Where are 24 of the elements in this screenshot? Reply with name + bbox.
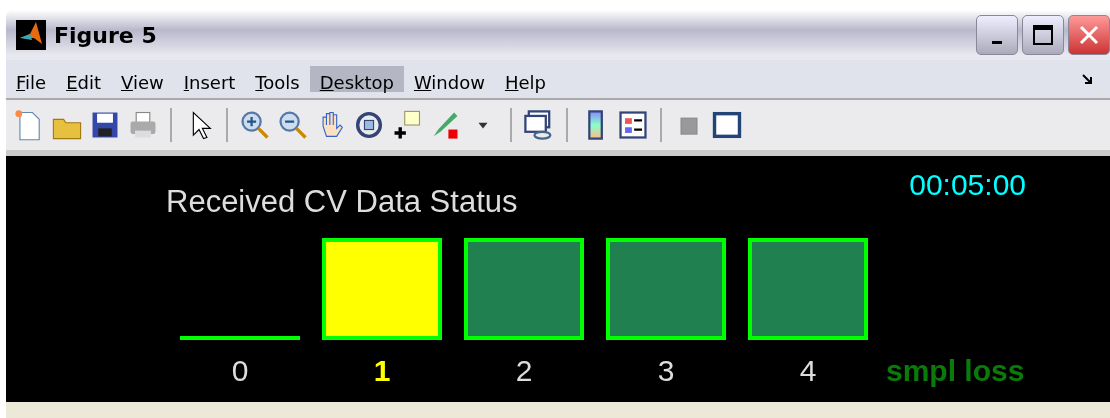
maximize-icon: [1032, 24, 1054, 46]
menu-item[interactable]: Tools: [245, 66, 310, 92]
app-logo-icon: [16, 20, 46, 50]
maximize-button[interactable]: [1022, 15, 1064, 55]
tile-label: 2: [515, 354, 533, 388]
window-title: Figure 5: [54, 22, 158, 48]
menu-item[interactable]: Desktop: [309, 66, 404, 92]
menu-item[interactable]: Window: [403, 66, 495, 92]
tile-label: 3: [657, 354, 675, 388]
legend-label: smpl loss: [886, 354, 1025, 388]
menu-item[interactable]: File: [6, 66, 57, 92]
tile-label: 1: [373, 354, 391, 388]
tile-label: 0: [231, 354, 249, 388]
close-button[interactable]: [1068, 15, 1110, 55]
tile-label: 4: [799, 354, 817, 388]
menu-item[interactable]: Help: [494, 66, 556, 92]
minimize-icon: [992, 40, 1002, 44]
figure-title: Received CV Data Status: [166, 184, 519, 220]
clock-readout: 00:05:00: [909, 168, 1026, 203]
menu-item[interactable]: Edit: [56, 66, 111, 92]
legend-icon[interactable]: [616, 108, 650, 142]
menu-item[interactable]: Insert: [173, 66, 246, 92]
menu-item[interactable]: View: [111, 66, 174, 92]
close-icon: [1078, 24, 1100, 46]
